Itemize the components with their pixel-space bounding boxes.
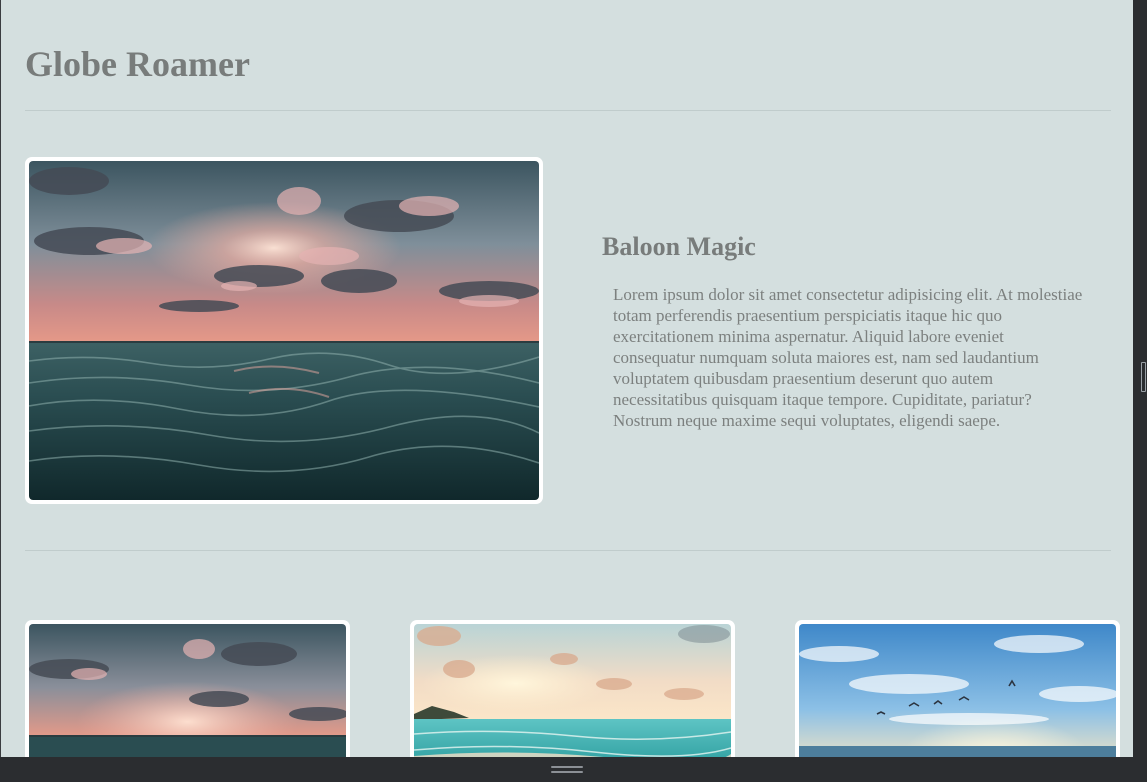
sky-birds-photo-icon: [799, 624, 1116, 757]
feature-body: Lorem ipsum dolor sit amet consectetur a…: [613, 285, 1083, 430]
resize-handle-icon[interactable]: [551, 766, 583, 774]
site-title: Globe Roamer: [25, 44, 250, 84]
gallery-card[interactable]: [795, 620, 1120, 757]
feature-image[interactable]: [25, 157, 543, 504]
page-viewport: Globe Roamer Baloon Magic Lorem ipsum do…: [0, 0, 1133, 757]
scrollbar-thumb[interactable]: [1141, 362, 1146, 392]
header-divider: [25, 110, 1111, 111]
section-divider: [25, 550, 1111, 551]
gallery-card[interactable]: [410, 620, 735, 757]
feature-heading: Baloon Magic: [602, 232, 756, 261]
ocean-sunset-photo-icon: [29, 161, 539, 500]
beach-sunrise-photo-icon: [414, 624, 731, 757]
ocean-sunset-photo-icon: [29, 624, 346, 757]
gallery-card[interactable]: [25, 620, 350, 757]
